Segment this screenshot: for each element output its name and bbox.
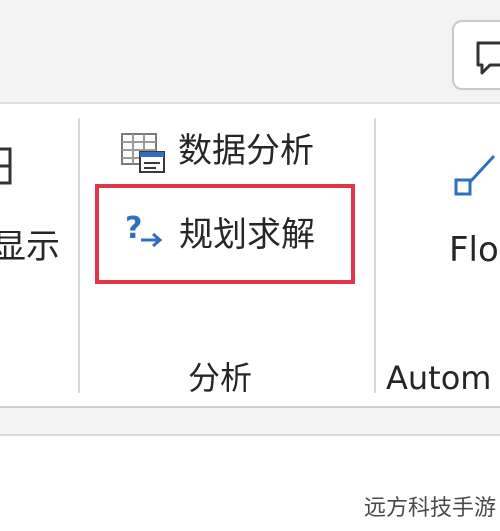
comment-button[interactable] bbox=[452, 20, 500, 90]
solver-button[interactable]: ? 规划求解 bbox=[95, 184, 355, 284]
analysis-group-label: 分析 bbox=[188, 359, 253, 397]
flow-icon bbox=[454, 154, 496, 196]
data-analysis-button[interactable]: 数据分析 bbox=[112, 126, 342, 180]
ribbon-bottom-bar bbox=[0, 406, 500, 436]
page: 显示 数据分析 ? 规划求解 分析 Flo Autom 远方科技手游 bbox=[0, 0, 500, 531]
automate-group-label: Autom bbox=[386, 359, 492, 397]
group-separator bbox=[374, 118, 376, 393]
solver-label: 规划求解 bbox=[179, 215, 315, 255]
svg-text:?: ? bbox=[125, 211, 142, 246]
grid-icon bbox=[0, 147, 12, 185]
group-separator bbox=[78, 118, 80, 393]
toolbar-strip bbox=[0, 0, 500, 104]
solver-icon: ? bbox=[125, 211, 163, 248]
data-analysis-label: 数据分析 bbox=[178, 131, 314, 171]
left-group-label[interactable]: 显示 bbox=[0, 230, 60, 264]
flow-button[interactable]: Flo bbox=[449, 233, 499, 267]
comment-icon bbox=[476, 41, 500, 75]
watermark: 远方科技手游 bbox=[363, 496, 496, 521]
data-analysis-icon bbox=[121, 133, 165, 173]
